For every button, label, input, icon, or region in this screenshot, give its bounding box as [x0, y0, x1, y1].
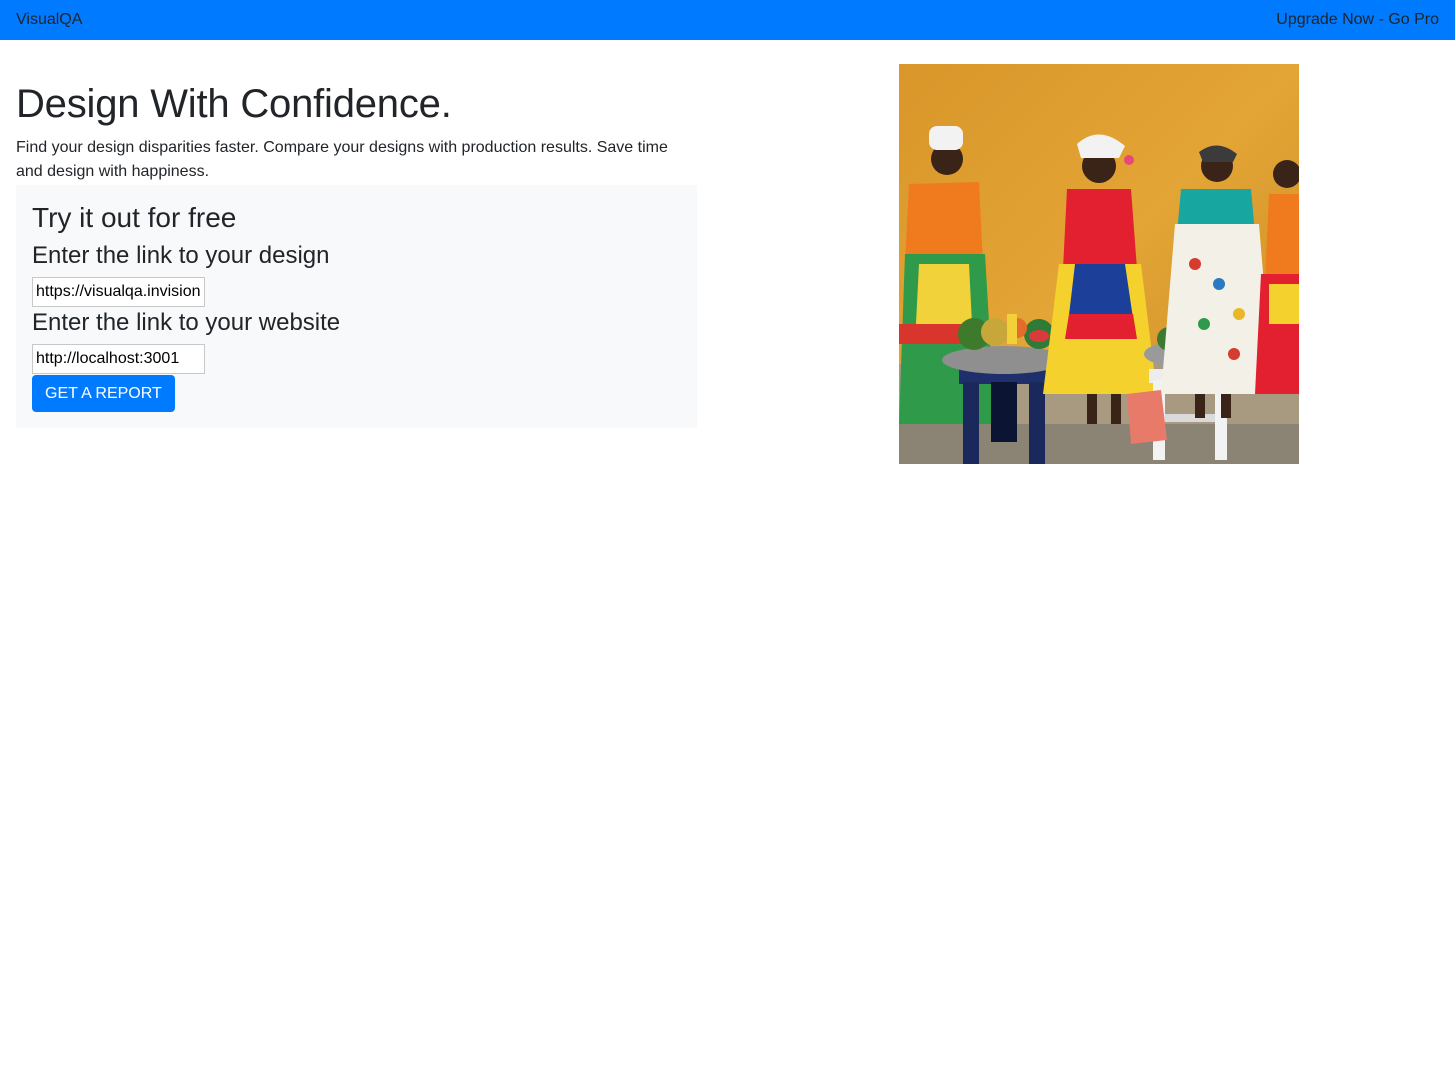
hero-photo-illustration: [899, 64, 1299, 464]
hero-subtitle: Find your design disparities faster. Com…: [16, 139, 668, 180]
trial-form: Try it out for free Enter the link to yo…: [16, 185, 697, 428]
design-link-label: Enter the link to your design: [32, 242, 330, 269]
brand-link[interactable]: VisualQA: [16, 0, 82, 40]
main-content: Design With Confidence. Find your design…: [16, 64, 697, 428]
top-navbar: VisualQA Upgrade Now - Go Pro: [0, 0, 1455, 40]
get-report-button[interactable]: GET A REPORT: [32, 375, 175, 412]
page-title: Design With Confidence.: [16, 82, 452, 126]
hero-photo: [899, 64, 1299, 464]
design-link-input[interactable]: [32, 277, 205, 307]
website-link-label: Enter the link to your website: [32, 309, 341, 336]
form-title: Try it out for free: [32, 202, 237, 233]
website-link-input[interactable]: [32, 344, 205, 374]
upgrade-link[interactable]: Upgrade Now - Go Pro: [1276, 0, 1439, 40]
